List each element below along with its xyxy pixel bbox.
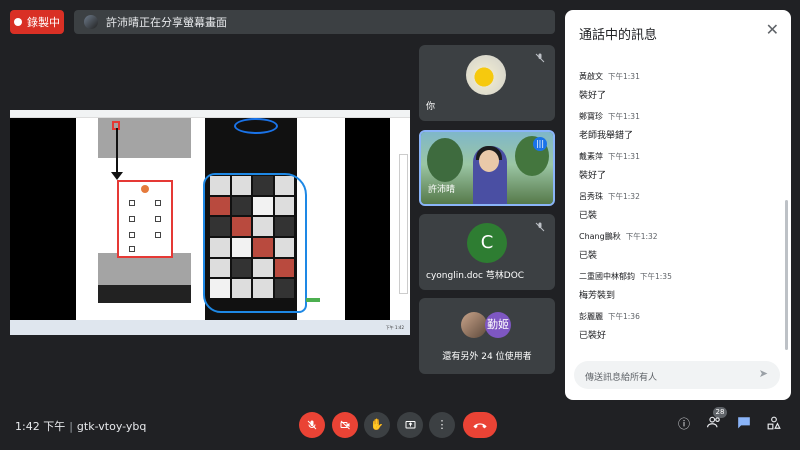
- mic-off-icon: [533, 221, 547, 235]
- meeting-time: 1:42 下午: [15, 420, 66, 433]
- chat-input-placeholder: 傳送訊息給所有人: [585, 373, 658, 383]
- meeting-code: gtk-vtoy-ybq: [76, 420, 147, 433]
- message-sender: 鄭寶珍: [579, 112, 603, 121]
- message-time: 下午1:31: [608, 112, 640, 121]
- shared-right-margin: [345, 118, 390, 320]
- send-icon[interactable]: ➤: [759, 367, 768, 380]
- message-sender: 彭麗麗: [579, 312, 603, 321]
- camera-off-icon[interactable]: [332, 412, 358, 438]
- chat-input[interactable]: 傳送訊息給所有人 ➤: [574, 361, 780, 389]
- tile-self[interactable]: 你: [419, 45, 555, 121]
- chat-scrollbar[interactable]: [785, 200, 788, 350]
- recording-indicator[interactable]: 錄製中: [10, 10, 64, 34]
- annotation-arrow: [116, 128, 118, 176]
- record-dot-icon: [14, 18, 22, 26]
- tile-participant[interactable]: C cyonglin.doc 芎林DOC: [419, 214, 555, 290]
- taskbar-clock: 下午 1:42: [385, 324, 404, 330]
- chat-message: 彭麗麗 下午1:36 已裝好: [579, 304, 779, 344]
- tile-others[interactable]: 勤姬 還有另外 24 位使用者: [419, 298, 555, 374]
- message-sender: 黃啟文: [579, 72, 603, 81]
- message-time: 下午1:36: [608, 312, 640, 321]
- shared-screen: 下午 1:42: [10, 110, 410, 335]
- chat-message: 呂秀珠 下午1:32 已裝: [579, 184, 779, 224]
- chat-message: 二重國中林郁鈞 下午1:35 梅芳裝到: [579, 264, 779, 304]
- chat-title: 通話中的訊息: [579, 28, 658, 43]
- message-time: 下午1:31: [608, 72, 640, 81]
- message-text: 已裝好: [579, 331, 607, 341]
- annotation-blue-oval: [234, 118, 278, 134]
- chat-message: 黃啟文 下午1:31 裝好了: [579, 64, 779, 104]
- shared-left-margin: [10, 118, 76, 320]
- chat-message-list: 黃啟文 下午1:31 裝好了 鄭寶珍 下午1:31 老師我舉錯了 戴素萍 下午1:31…: [579, 64, 779, 344]
- speaking-indicator-icon: |||: [533, 137, 547, 151]
- message-time: 下午1:31: [608, 152, 640, 161]
- message-time: 下午1:32: [625, 232, 658, 241]
- participant-name: 許沛晴: [428, 185, 456, 195]
- message-time: 下午1:35: [640, 272, 672, 281]
- recording-label: 錄製中: [27, 16, 60, 29]
- avatar: [461, 312, 487, 338]
- chat-message: 戴素萍 下午1:31 裝好了: [579, 144, 779, 184]
- info-icon[interactable]: ⓘ: [676, 416, 692, 432]
- message-sender: 二重國中林郁鈞: [579, 272, 635, 281]
- presenting-banner: 許沛晴正在分享螢幕畫面: [74, 10, 555, 34]
- windows-taskbar: 下午 1:42: [10, 320, 410, 335]
- present-icon[interactable]: [397, 412, 423, 438]
- presenting-text: 許沛晴正在分享螢幕畫面: [106, 16, 227, 29]
- mic-off-icon: [533, 52, 547, 66]
- more-icon[interactable]: ⋮: [429, 412, 455, 438]
- others-count-label: 還有另外 24 位使用者: [442, 352, 532, 362]
- chat-icon[interactable]: [736, 416, 752, 432]
- chat-message: 鄭寶珍 下午1:31 老師我舉錯了: [579, 104, 779, 144]
- people-icon[interactable]: [706, 416, 722, 432]
- message-time: 下午1:32: [608, 192, 640, 201]
- message-text: 已裝: [579, 211, 598, 221]
- annotation-popup-menu: [117, 180, 173, 258]
- message-sender: 呂秀珠: [579, 192, 603, 201]
- hangup-icon[interactable]: [463, 412, 497, 438]
- message-text: 已裝: [579, 251, 598, 261]
- shared-window-titlebar: [10, 110, 410, 118]
- message-text: 裝好了: [579, 91, 607, 101]
- activities-icon[interactable]: [766, 416, 782, 432]
- message-text: 裝好了: [579, 171, 607, 181]
- participant-name: 你: [426, 102, 436, 112]
- annotation-arrowhead: [111, 172, 123, 180]
- message-text: 梅芳裝到: [579, 291, 616, 301]
- chat-panel: 通話中的訊息 ✕ 黃啟文 下午1:31 裝好了 鄭寶珍 下午1:31 老師我舉錯了 …: [565, 10, 791, 400]
- mic-off-icon[interactable]: [299, 412, 325, 438]
- avatar: 勤姬: [485, 312, 511, 338]
- green-strip: [306, 298, 320, 302]
- annotation-blue-outline: [203, 173, 307, 313]
- avatar: [466, 55, 506, 95]
- close-icon[interactable]: ✕: [766, 20, 779, 39]
- avatar: C: [467, 223, 507, 263]
- annotation-toolbar: [399, 154, 408, 294]
- message-text: 老師我舉錯了: [579, 131, 634, 141]
- participant-name: cyonglin.doc 芎林DOC: [426, 271, 525, 281]
- chat-message: Chang鵬秋 下午1:32 已裝: [579, 224, 779, 264]
- raise-hand-icon[interactable]: ✋: [364, 412, 390, 438]
- meeting-info: 1:42 下午 | gtk-vtoy-ybq: [15, 420, 147, 433]
- message-sender: Chang鵬秋: [579, 232, 621, 241]
- message-sender: 戴素萍: [579, 152, 603, 161]
- presenter-avatar: [84, 15, 98, 29]
- tile-presenter[interactable]: ||| 許沛晴: [419, 130, 555, 206]
